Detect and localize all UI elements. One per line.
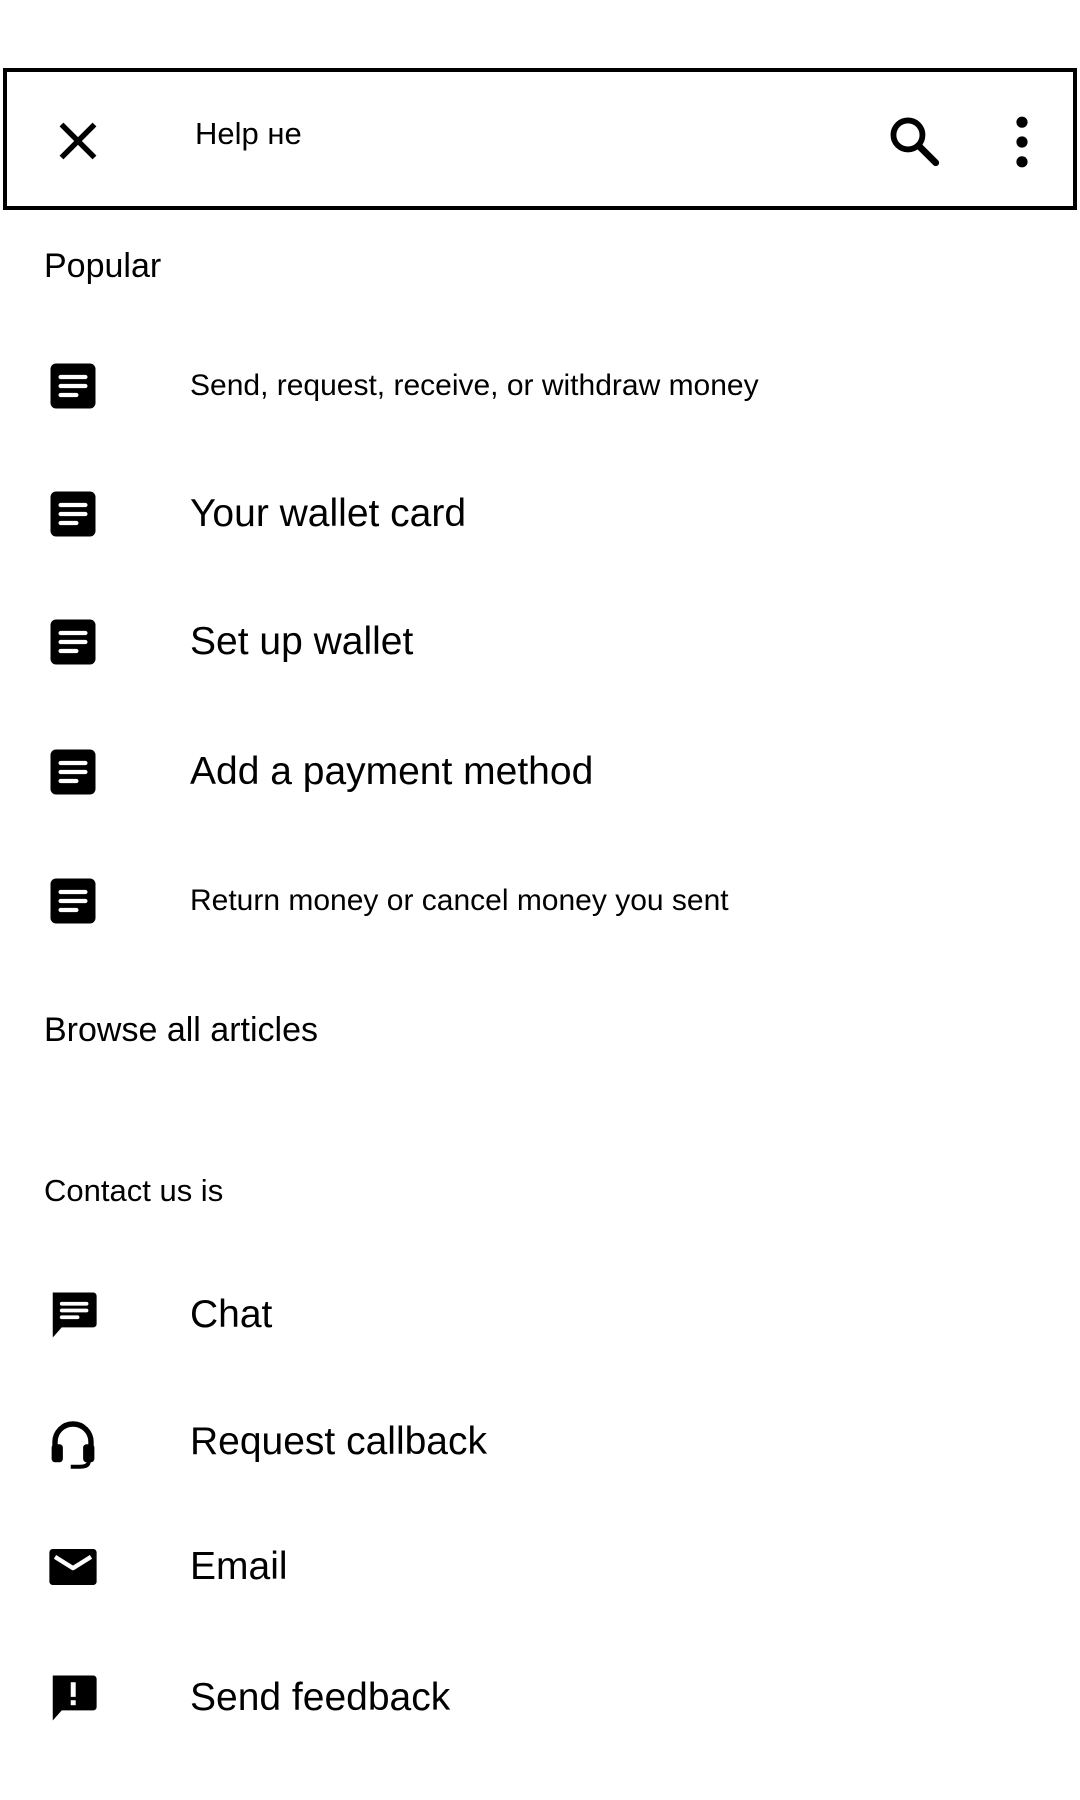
- contact-heading: Contact us is: [44, 1173, 224, 1208]
- contact-item-request-callback[interactable]: Request callback: [0, 1384, 1080, 1494]
- close-icon[interactable]: [53, 116, 103, 166]
- popular-item-send-request-money[interactable]: Send, request, receive, or withdraw mone…: [0, 328, 1080, 438]
- page-title: Help не: [195, 116, 302, 151]
- popular-item-set-up-wallet[interactable]: Set up wallet: [0, 584, 1080, 694]
- chat-icon: [52, 1292, 97, 1338]
- contact-item-email[interactable]: Email: [0, 1509, 1080, 1619]
- popular-item-label: Set up wallet: [190, 620, 414, 663]
- contact-item-label: Send feedback: [190, 1676, 451, 1719]
- help-toolbar: Help не: [3, 68, 1077, 210]
- contact-item-send-feedback[interactable]: Send feedback: [0, 1640, 1080, 1750]
- popular-heading: Popular: [44, 247, 162, 285]
- popular-item-label: Send, request, receive, or withdraw mone…: [190, 369, 759, 402]
- popular-item-label: Add a payment method: [190, 750, 594, 793]
- popular-item-wallet-card[interactable]: Your wallet card: [0, 456, 1080, 566]
- contact-item-label: Email: [190, 1545, 288, 1588]
- popular-item-add-payment-method[interactable]: Add a payment method: [0, 714, 1080, 824]
- contact-item-label: Chat: [190, 1293, 273, 1336]
- headset-icon: [51, 1421, 95, 1469]
- popular-item-label: Return money or cancel money you sent: [190, 884, 729, 917]
- article-icon: [50, 878, 96, 924]
- contact-item-label: Request callback: [190, 1420, 487, 1463]
- article-icon: [50, 491, 96, 537]
- more-vert-icon[interactable]: [1010, 114, 1034, 170]
- article-icon: [50, 749, 96, 795]
- browse-all-articles-link[interactable]: Browse all articles: [44, 1008, 318, 1052]
- article-icon: [50, 363, 96, 409]
- article-icon: [50, 619, 96, 665]
- feedback-icon: [52, 1675, 97, 1721]
- popular-item-return-money[interactable]: Return money or cancel money you sent: [0, 843, 1080, 953]
- search-icon[interactable]: [885, 112, 943, 170]
- popular-item-label: Your wallet card: [190, 492, 467, 535]
- contact-item-chat[interactable]: Chat: [0, 1257, 1080, 1367]
- email-icon: [49, 1549, 97, 1585]
